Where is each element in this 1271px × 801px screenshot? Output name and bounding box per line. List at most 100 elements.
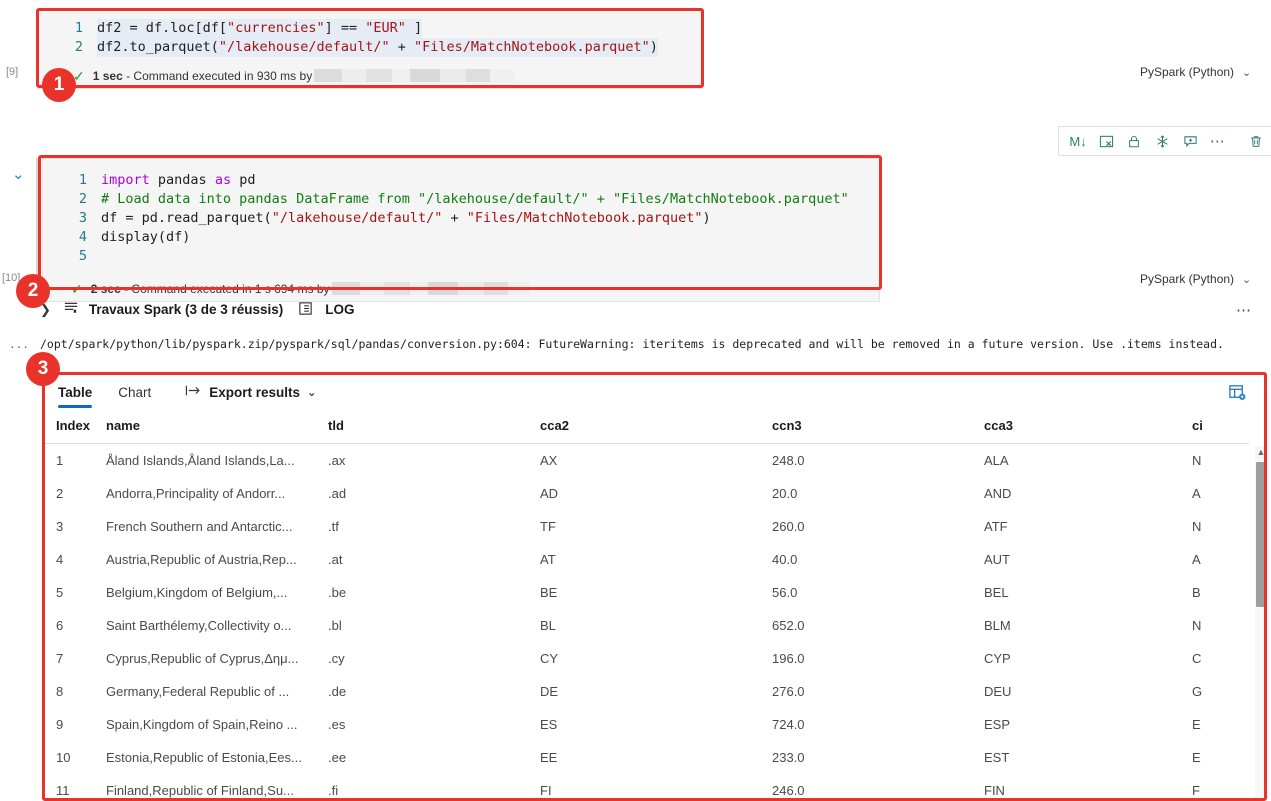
code-text[interactable]: df2 = df.loc[df["currencies"] == "EUR" ] <box>97 19 423 38</box>
table-cell-index: 11 <box>56 783 70 798</box>
line-number: 4 <box>78 229 87 245</box>
code-line: 2 df2.to_parquet("/lakehouse/default/" + … <box>39 38 701 57</box>
table-cell-ccn3: 248.0 <box>772 453 805 468</box>
table-cell-cca3: BLM <box>984 618 1011 633</box>
cell-1-status-message: - Command executed in 930 ms by <box>122 68 313 83</box>
output-more-options-icon[interactable]: ⋯ <box>1236 301 1253 319</box>
table-row[interactable]: 2 Andorra,Principality of Andorr... .ad AD 2… <box>44 477 1249 510</box>
cell-2-status-bar: ✓ 2 sec - Command executed in 1 s 694 ms… <box>43 276 879 301</box>
table-cell-ci: A <box>1192 552 1201 567</box>
table-row[interactable]: 1 Åland Islands,Åland Islands,La... .ax AX 2… <box>44 444 1249 478</box>
table-cell-cca3: ATF <box>984 519 1008 534</box>
column-header-index[interactable]: Index <box>44 410 106 444</box>
table-cell-ci: N <box>1192 519 1202 534</box>
chevron-down-icon: ⌄ <box>307 386 317 399</box>
tab-chart[interactable]: Chart <box>118 374 151 410</box>
export-results-button[interactable]: Export results ⌄ <box>185 384 316 400</box>
table-cell-index: 7 <box>56 651 64 666</box>
table-cell-ccn3: 260.0 <box>772 519 805 534</box>
code-token: # Load data into pandas DataFrame from "… <box>101 191 849 207</box>
table-cell-index: 4 <box>56 552 64 567</box>
column-header-tld[interactable]: tld <box>328 410 540 444</box>
code-text[interactable]: # Load data into pandas DataFrame from "… <box>101 190 849 209</box>
code-token: "Files/MatchNotebook.parquet" <box>414 39 650 55</box>
log-label[interactable]: LOG <box>325 302 354 317</box>
table-cell-index: 9 <box>56 717 64 732</box>
table-cell-index: 10 <box>56 750 71 765</box>
freeze-icon[interactable] <box>1149 128 1175 154</box>
results-tab-strip: Table Chart Export results ⌄ <box>44 374 1267 410</box>
table-cell-tld: .at <box>328 552 343 567</box>
code-editor-1[interactable]: 1 df2 = df.loc[df["currencies"] == "EUR" … <box>39 11 701 63</box>
table-row[interactable]: 10 Estonia,Republic of Estonia,Ees... .ee E… <box>44 741 1249 774</box>
code-token: ] == <box>324 20 366 36</box>
table-cell-cca2: BL <box>540 618 556 633</box>
code-editor-2[interactable]: 1 import pandas as pd 2 # Load data into pa… <box>43 159 879 276</box>
cell-2-kernel-label: PySpark (Python) <box>1140 272 1235 286</box>
cell-2-collapse-toggle[interactable]: ⌄ <box>12 165 25 183</box>
table-row[interactable]: 7 Cyprus,Republic of Cyprus,Δημ... .cy CY 19… <box>44 642 1249 675</box>
table-cell-ci: N <box>1192 618 1202 633</box>
table-row[interactable]: 5 Belgium,Kingdom of Belgium,... .be BE 56.0… <box>44 576 1249 609</box>
table-cell-cca3: AND <box>984 486 1012 501</box>
more-options-icon[interactable]: ⋯ <box>1205 128 1231 154</box>
table-cell-name: Estonia,Republic of Estonia,Ees... <box>106 750 302 765</box>
table-cell-tld: .ad <box>328 486 347 501</box>
code-text[interactable]: df2.to_parquet("/lakehouse/default/" + "… <box>97 38 658 57</box>
cell-1-duration: 1 sec <box>92 68 123 83</box>
table-row[interactable]: 4 Austria,Republic of Austria,Rep... .at AT… <box>44 543 1249 576</box>
tab-table[interactable]: Table <box>58 374 93 410</box>
code-text[interactable]: display(df) <box>101 228 190 247</box>
results-vertical-scrollbar[interactable]: ▲ <box>1255 446 1267 801</box>
table-cell-ccn3: 196.0 <box>772 651 805 666</box>
cell-2-status-message: - Command executed in 1 s 694 ms by <box>120 281 330 296</box>
table-row[interactable]: 3 French Southern and Antarctic... .tf TF 26… <box>44 510 1249 543</box>
lock-icon[interactable] <box>1121 128 1147 154</box>
table-cell-ci: A <box>1192 486 1201 501</box>
spark-jobs-row[interactable]: ❯ Travaux Spark (3 de 3 réussis) LOG <box>40 300 355 319</box>
table-cell-ccn3: 246.0 <box>772 783 805 798</box>
table-row[interactable]: 6 Saint Barthélemy,Collectivity o... .bl BL… <box>44 609 1249 642</box>
table-header-row: Index name tld cca2 ccn3 cca3 ci <box>44 410 1249 444</box>
code-token: "currencies" <box>227 20 325 36</box>
convert-to-markdown-icon[interactable]: M↓ <box>1065 128 1091 154</box>
redacted-user-name <box>331 281 530 295</box>
chevron-down-icon: ⌄ <box>1242 66 1252 79</box>
results-panel: Table Chart Export results ⌄ Index name … <box>44 374 1267 801</box>
table-cell-tld: .ax <box>328 453 346 468</box>
code-cell-2[interactable]: 1 import pandas as pd 2 # Load data into pa… <box>42 158 880 302</box>
output-overflow-icon[interactable]: ··· <box>10 336 30 354</box>
table-cell-name: Austria,Republic of Austria,Rep... <box>106 552 297 567</box>
cell-1-kernel-selector[interactable]: PySpark (Python) ⌄ <box>1140 65 1261 79</box>
code-cell-1-body: 1 df2 = df.loc[df["currencies"] == "EUR" … <box>38 10 702 89</box>
table-cell-cca3: ESP <box>984 717 1011 732</box>
table-settings-icon[interactable] <box>1225 380 1249 404</box>
column-header-cca3[interactable]: cca3 <box>984 410 1192 444</box>
cell-2-kernel-selector[interactable]: PySpark (Python) ⌄ <box>1140 272 1261 286</box>
scroll-up-arrow-icon[interactable]: ▲ <box>1256 447 1266 457</box>
table-cell-ccn3: 20.0 <box>772 486 798 501</box>
code-text[interactable]: df = pd.read_parquet("/lakehouse/default… <box>101 209 711 228</box>
notebook-page: 1 df2 = df.loc[df["currencies"] == "EUR" … <box>0 0 1271 801</box>
column-header-name[interactable]: name <box>106 410 328 444</box>
clear-output-icon[interactable] <box>1093 128 1119 154</box>
table-row[interactable]: 8 Germany,Federal Republic of ... .de DE 276… <box>44 675 1249 708</box>
column-header-ccn3[interactable]: ccn3 <box>772 410 984 444</box>
code-text[interactable]: import pandas as pd <box>101 171 255 190</box>
cell-toolbar[interactable]: M↓ ⋯ <box>1058 126 1271 156</box>
delete-cell-icon[interactable] <box>1243 128 1269 154</box>
scrollbar-thumb[interactable] <box>1256 462 1266 607</box>
code-cell-1[interactable]: 1 df2 = df.loc[df["currencies"] == "EUR" … <box>38 10 702 89</box>
table-cell-cca2: ES <box>540 717 558 732</box>
table-row[interactable]: 11 Finland,Republic of Finland,Su... .fi FI… <box>44 774 1249 801</box>
export-results-label: Export results <box>209 384 301 400</box>
table-cell-name: Åland Islands,Åland Islands,La... <box>106 453 295 468</box>
add-comment-icon[interactable] <box>1177 128 1203 154</box>
column-header-cca2[interactable]: cca2 <box>540 410 772 444</box>
table-cell-ccn3: 276.0 <box>772 684 805 699</box>
table-row[interactable]: 9 Spain,Kingdom of Spain,Reino ... .es ES 72… <box>44 708 1249 741</box>
table-cell-cca2: TF <box>540 519 556 534</box>
column-header-ci[interactable]: ci <box>1192 410 1249 444</box>
code-token: pd <box>231 172 256 188</box>
table-cell-cca2: AT <box>540 552 556 567</box>
